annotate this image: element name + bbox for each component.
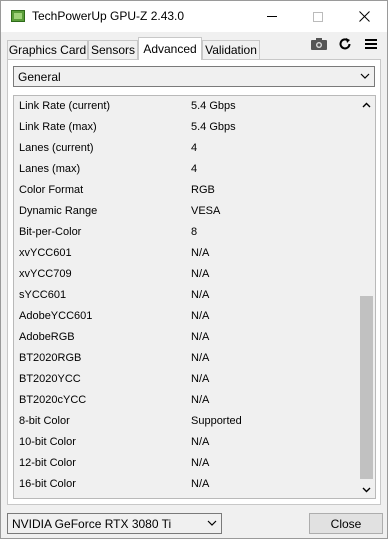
property-value: N/A xyxy=(191,436,210,448)
property-value: 4 xyxy=(191,142,198,154)
table-row: Color Format RGB xyxy=(14,180,360,201)
title-bar[interactable]: TechPowerUp GPU-Z 2.43.0 xyxy=(1,1,387,32)
property-name: 8-bit Color xyxy=(19,415,70,427)
camera-icon xyxy=(311,38,327,50)
table-row: 10-bit Color N/A xyxy=(14,432,360,453)
property-name: sYCC601 xyxy=(19,289,67,301)
property-name: Color Format xyxy=(19,184,84,196)
close-button[interactable]: Close xyxy=(309,513,383,534)
refresh-icon xyxy=(339,38,351,50)
property-name: xvYCC601 xyxy=(19,247,72,259)
property-value: N/A xyxy=(191,394,210,406)
chevron-down-icon xyxy=(360,73,370,79)
gpu-dropdown[interactable]: NVIDIA GeForce RTX 3080 Ti xyxy=(7,513,222,534)
screenshot-button[interactable] xyxy=(308,34,330,54)
tab-graphics-card[interactable]: Graphics Card xyxy=(7,40,88,59)
property-name: BT2020YCC xyxy=(19,373,81,385)
property-name: xvYCC709 xyxy=(19,268,72,280)
property-value: N/A xyxy=(191,310,210,322)
property-name: Link Rate (max) xyxy=(19,121,97,133)
property-name: Lanes (current) xyxy=(19,142,94,154)
app-icon xyxy=(11,10,25,22)
property-name: BT2020cYCC xyxy=(19,394,87,406)
property-value: RGB xyxy=(191,184,215,196)
property-name: Lanes (max) xyxy=(19,163,81,175)
vertical-scrollbar[interactable] xyxy=(358,96,375,498)
section-dropdown-value: General xyxy=(18,70,61,84)
property-value: N/A xyxy=(191,289,210,301)
minimize-icon xyxy=(267,16,277,17)
close-window-button[interactable] xyxy=(341,1,387,32)
property-name: BT2020RGB xyxy=(19,352,82,364)
table-row: xvYCC601 N/A xyxy=(14,243,360,264)
tab-validation[interactable]: Validation xyxy=(202,40,260,59)
property-value: N/A xyxy=(191,478,210,490)
advanced-panel: General Link Rate (current) 5.4 Gbps Link … xyxy=(7,59,381,505)
property-name: 16-bit Color xyxy=(19,478,76,490)
chevron-up-icon xyxy=(362,102,371,107)
property-name: Dynamic Range xyxy=(19,205,98,217)
table-row: Lanes (max) 4 xyxy=(14,159,360,180)
property-value: 5.4 Gbps xyxy=(191,100,236,112)
section-dropdown[interactable]: General xyxy=(13,66,375,87)
property-rows: Link Rate (current) 5.4 Gbps Link Rate (ma… xyxy=(14,96,360,495)
gpu-z-window: TechPowerUp GPU-Z 2.43.0 Graphics Card S… xyxy=(0,0,388,539)
table-row: BT2020cYCC N/A xyxy=(14,390,360,411)
property-value: N/A xyxy=(191,457,210,469)
table-row: BT2020YCC N/A xyxy=(14,369,360,390)
chevron-down-icon xyxy=(207,520,217,526)
table-row: 12-bit Color N/A xyxy=(14,453,360,474)
property-value: 4 xyxy=(191,163,198,175)
table-row: BT2020RGB N/A xyxy=(14,348,360,369)
maximize-icon xyxy=(313,11,323,22)
table-row: Link Rate (current) 5.4 Gbps xyxy=(14,96,360,117)
table-row: sYCC601 N/A xyxy=(14,285,360,306)
property-value: 5.4 Gbps xyxy=(191,121,236,133)
table-row: AdobeRGB N/A xyxy=(14,327,360,348)
property-name: AdobeRGB xyxy=(19,331,75,343)
property-value: Supported xyxy=(191,415,242,427)
table-row: Bit-per-Color 8 xyxy=(14,222,360,243)
property-name: 10-bit Color xyxy=(19,436,76,448)
scrollbar-thumb[interactable] xyxy=(360,296,373,479)
gpu-dropdown-value: NVIDIA GeForce RTX 3080 Ti xyxy=(12,517,172,531)
refresh-button[interactable] xyxy=(334,34,356,54)
scroll-up-button[interactable] xyxy=(358,96,375,113)
menu-button[interactable] xyxy=(360,34,382,54)
property-name: Link Rate (current) xyxy=(19,100,111,112)
property-value: 8 xyxy=(191,226,198,238)
properties-list[interactable]: Link Rate (current) 5.4 Gbps Link Rate (ma… xyxy=(13,95,376,499)
hamburger-menu-icon xyxy=(365,39,377,49)
property-value: N/A xyxy=(191,268,210,280)
property-value: N/A xyxy=(191,373,210,385)
property-name: Bit-per-Color xyxy=(19,226,82,238)
table-row: 16-bit Color N/A xyxy=(14,474,360,495)
table-row: Dynamic Range VESA xyxy=(14,201,360,222)
scroll-down-button[interactable] xyxy=(358,481,375,498)
property-name: 12-bit Color xyxy=(19,457,76,469)
table-row: 8-bit Color Supported xyxy=(14,411,360,432)
maximize-button[interactable] xyxy=(295,1,341,32)
window-title: TechPowerUp GPU-Z 2.43.0 xyxy=(32,9,185,23)
table-row: Link Rate (max) 5.4 Gbps xyxy=(14,117,360,138)
minimize-button[interactable] xyxy=(249,1,295,32)
tab-advanced[interactable]: Advanced xyxy=(138,37,202,60)
table-row: xvYCC709 N/A xyxy=(14,264,360,285)
table-row: Lanes (current) 4 xyxy=(14,138,360,159)
property-name: AdobeYCC601 xyxy=(19,310,93,322)
chevron-down-icon xyxy=(362,487,371,492)
property-value: VESA xyxy=(191,205,221,217)
property-value: N/A xyxy=(191,247,210,259)
property-value: N/A xyxy=(191,331,210,343)
table-row: AdobeYCC601 N/A xyxy=(14,306,360,327)
tab-sensors[interactable]: Sensors xyxy=(88,40,138,59)
property-value: N/A xyxy=(191,352,210,364)
close-icon xyxy=(358,11,370,22)
